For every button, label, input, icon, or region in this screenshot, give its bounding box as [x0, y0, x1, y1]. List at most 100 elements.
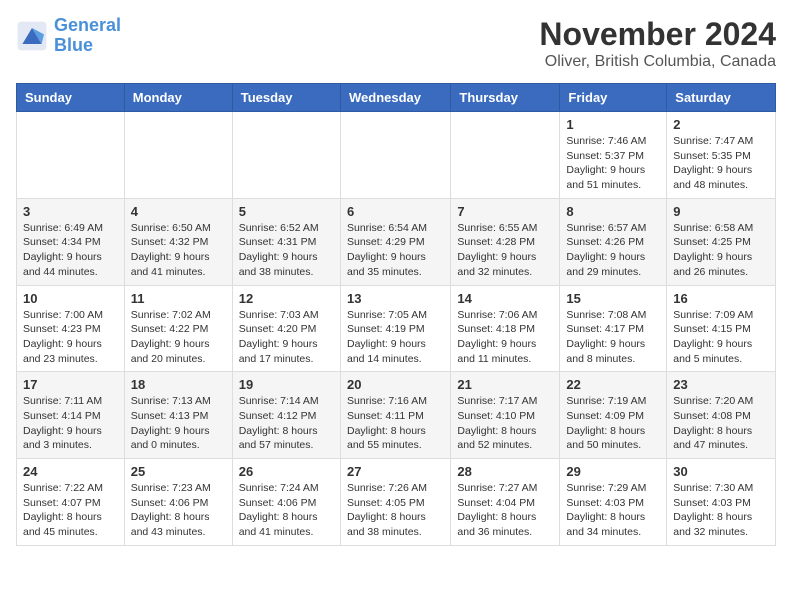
day-number: 7 [457, 204, 553, 219]
calendar-cell: 18 Sunrise: 7:13 AM Sunset: 4:13 PM Dayli… [124, 372, 232, 459]
day-info: Sunrise: 7:26 AM Sunset: 4:05 PM Dayligh… [347, 481, 444, 540]
day-number: 8 [566, 204, 660, 219]
day-info: Sunrise: 7:23 AM Sunset: 4:06 PM Dayligh… [131, 481, 226, 540]
calendar-cell: 16Sunrise: 7:09 AM Sunset: 4:15 PM Dayli… [667, 285, 776, 372]
day-info: Sunrise: 6:49 AM Sunset: 4:34 PM Dayligh… [23, 221, 118, 280]
calendar-week-row: 10Sunrise: 7:00 AM Sunset: 4:23 PM Dayli… [17, 285, 776, 372]
calendar-cell [17, 112, 125, 199]
day-info: Sunrise: 7:22 AM Sunset: 4:07 PM Dayligh… [23, 481, 118, 540]
day-number: 28 [457, 464, 553, 479]
calendar-cell: 23 Sunrise: 7:20 AM Sunset: 4:08 PM Dayli… [667, 372, 776, 459]
month-title: November 2024 [539, 16, 776, 53]
weekday-header-sunday: Sunday [17, 84, 125, 112]
day-info: Sunrise: 7:13 AM Sunset: 4:13 PM Dayligh… [131, 394, 226, 453]
logo-icon [16, 20, 48, 52]
day-number: 27 [347, 464, 444, 479]
calendar-cell [340, 112, 450, 199]
calendar-cell: 25 Sunrise: 7:23 AM Sunset: 4:06 PM Dayli… [124, 459, 232, 546]
day-number: 5 [239, 204, 334, 219]
calendar-body: 1Sunrise: 7:46 AM Sunset: 5:37 PM Daylig… [17, 112, 776, 546]
day-number: 24 [23, 464, 118, 479]
day-number: 22 [566, 377, 660, 392]
calendar-week-row: 3 Sunrise: 6:49 AM Sunset: 4:34 PM Daylig… [17, 198, 776, 285]
calendar-cell: 10Sunrise: 7:00 AM Sunset: 4:23 PM Dayli… [17, 285, 125, 372]
day-number: 23 [673, 377, 769, 392]
calendar-cell: 9 Sunrise: 6:58 AM Sunset: 4:25 PM Daylig… [667, 198, 776, 285]
calendar-cell: 17 Sunrise: 7:11 AM Sunset: 4:14 PM Dayli… [17, 372, 125, 459]
day-number: 1 [566, 117, 660, 132]
day-info: Sunrise: 6:55 AM Sunset: 4:28 PM Dayligh… [457, 221, 553, 280]
day-info: Sunrise: 7:24 AM Sunset: 4:06 PM Dayligh… [239, 481, 334, 540]
day-number: 3 [23, 204, 118, 219]
day-number: 2 [673, 117, 769, 132]
calendar-week-row: 1Sunrise: 7:46 AM Sunset: 5:37 PM Daylig… [17, 112, 776, 199]
day-number: 4 [131, 204, 226, 219]
day-info: Sunrise: 7:02 AM Sunset: 4:22 PM Dayligh… [131, 308, 226, 367]
calendar-cell: 1Sunrise: 7:46 AM Sunset: 5:37 PM Daylig… [560, 112, 667, 199]
day-number: 25 [131, 464, 226, 479]
day-info: Sunrise: 7:06 AM Sunset: 4:18 PM Dayligh… [457, 308, 553, 367]
day-number: 16 [673, 291, 769, 306]
calendar-cell: 22 Sunrise: 7:19 AM Sunset: 4:09 PM Dayli… [560, 372, 667, 459]
weekday-header-row: SundayMondayTuesdayWednesdayThursdayFrid… [17, 84, 776, 112]
day-number: 13 [347, 291, 444, 306]
calendar-cell: 20 Sunrise: 7:16 AM Sunset: 4:11 PM Dayli… [340, 372, 450, 459]
calendar-cell: 3 Sunrise: 6:49 AM Sunset: 4:34 PM Daylig… [17, 198, 125, 285]
calendar-cell [124, 112, 232, 199]
calendar-cell: 2 Sunrise: 7:47 AM Sunset: 5:35 PM Daylig… [667, 112, 776, 199]
header: General Blue November 2024 Oliver, Briti… [16, 16, 776, 71]
day-number: 20 [347, 377, 444, 392]
day-info: Sunrise: 7:11 AM Sunset: 4:14 PM Dayligh… [23, 394, 118, 453]
day-number: 12 [239, 291, 334, 306]
day-info: Sunrise: 7:29 AM Sunset: 4:03 PM Dayligh… [566, 481, 660, 540]
calendar-cell: 12 Sunrise: 7:03 AM Sunset: 4:20 PM Dayli… [232, 285, 340, 372]
day-info: Sunrise: 7:47 AM Sunset: 5:35 PM Dayligh… [673, 134, 769, 193]
day-info: Sunrise: 7:03 AM Sunset: 4:20 PM Dayligh… [239, 308, 334, 367]
day-info: Sunrise: 7:14 AM Sunset: 4:12 PM Dayligh… [239, 394, 334, 453]
day-number: 9 [673, 204, 769, 219]
day-number: 18 [131, 377, 226, 392]
day-info: Sunrise: 7:19 AM Sunset: 4:09 PM Dayligh… [566, 394, 660, 453]
calendar-week-row: 17 Sunrise: 7:11 AM Sunset: 4:14 PM Dayli… [17, 372, 776, 459]
calendar-cell: 15Sunrise: 7:08 AM Sunset: 4:17 PM Dayli… [560, 285, 667, 372]
calendar-cell: 5Sunrise: 6:52 AM Sunset: 4:31 PM Daylig… [232, 198, 340, 285]
calendar-cell: 27 Sunrise: 7:26 AM Sunset: 4:05 PM Dayli… [340, 459, 450, 546]
day-number: 14 [457, 291, 553, 306]
calendar-cell: 28 Sunrise: 7:27 AM Sunset: 4:04 PM Dayli… [451, 459, 560, 546]
calendar-cell [451, 112, 560, 199]
calendar-cell: 8 Sunrise: 6:57 AM Sunset: 4:26 PM Daylig… [560, 198, 667, 285]
day-info: Sunrise: 7:16 AM Sunset: 4:11 PM Dayligh… [347, 394, 444, 453]
logo-text: General Blue [54, 16, 121, 56]
day-info: Sunrise: 7:00 AM Sunset: 4:23 PM Dayligh… [23, 308, 118, 367]
weekday-header-monday: Monday [124, 84, 232, 112]
day-info: Sunrise: 7:27 AM Sunset: 4:04 PM Dayligh… [457, 481, 553, 540]
day-number: 21 [457, 377, 553, 392]
day-number: 26 [239, 464, 334, 479]
calendar-cell: 21Sunrise: 7:17 AM Sunset: 4:10 PM Dayli… [451, 372, 560, 459]
calendar-cell: 11 Sunrise: 7:02 AM Sunset: 4:22 PM Dayli… [124, 285, 232, 372]
day-number: 11 [131, 291, 226, 306]
calendar-cell: 7 Sunrise: 6:55 AM Sunset: 4:28 PM Daylig… [451, 198, 560, 285]
weekday-header-wednesday: Wednesday [340, 84, 450, 112]
day-info: Sunrise: 6:54 AM Sunset: 4:29 PM Dayligh… [347, 221, 444, 280]
calendar-cell: 24 Sunrise: 7:22 AM Sunset: 4:07 PM Dayli… [17, 459, 125, 546]
day-number: 29 [566, 464, 660, 479]
calendar-cell: 26 Sunrise: 7:24 AM Sunset: 4:06 PM Dayli… [232, 459, 340, 546]
calendar-cell: 19Sunrise: 7:14 AM Sunset: 4:12 PM Dayli… [232, 372, 340, 459]
calendar-cell: 30Sunrise: 7:30 AM Sunset: 4:03 PM Dayli… [667, 459, 776, 546]
day-info: Sunrise: 7:05 AM Sunset: 4:19 PM Dayligh… [347, 308, 444, 367]
day-number: 17 [23, 377, 118, 392]
day-info: Sunrise: 6:57 AM Sunset: 4:26 PM Dayligh… [566, 221, 660, 280]
calendar-cell: 6Sunrise: 6:54 AM Sunset: 4:29 PM Daylig… [340, 198, 450, 285]
day-info: Sunrise: 7:20 AM Sunset: 4:08 PM Dayligh… [673, 394, 769, 453]
day-info: Sunrise: 6:58 AM Sunset: 4:25 PM Dayligh… [673, 221, 769, 280]
calendar-cell: 29 Sunrise: 7:29 AM Sunset: 4:03 PM Dayli… [560, 459, 667, 546]
calendar-week-row: 24 Sunrise: 7:22 AM Sunset: 4:07 PM Dayli… [17, 459, 776, 546]
calendar-cell [232, 112, 340, 199]
day-info: Sunrise: 6:50 AM Sunset: 4:32 PM Dayligh… [131, 221, 226, 280]
weekday-header-friday: Friday [560, 84, 667, 112]
weekday-header-saturday: Saturday [667, 84, 776, 112]
calendar-header: SundayMondayTuesdayWednesdayThursdayFrid… [17, 84, 776, 112]
weekday-header-thursday: Thursday [451, 84, 560, 112]
day-info: Sunrise: 7:30 AM Sunset: 4:03 PM Dayligh… [673, 481, 769, 540]
